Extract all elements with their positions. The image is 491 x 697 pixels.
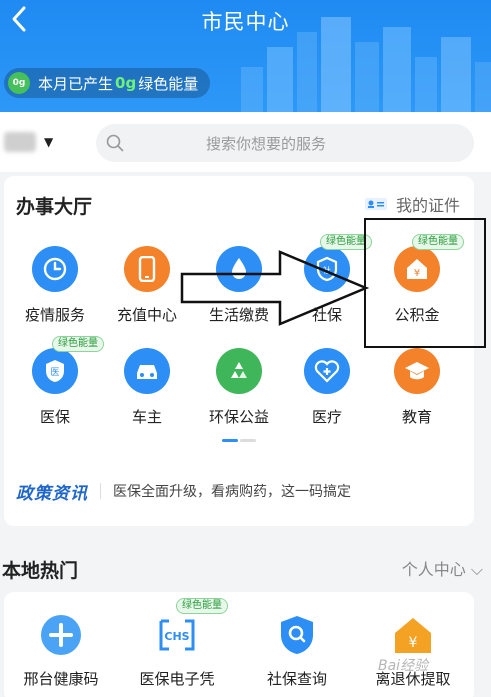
house-yuan-icon: ¥ <box>390 612 436 658</box>
page-dot <box>240 439 256 442</box>
page-indicator <box>222 439 256 443</box>
personal-center-link[interactable]: 个人中心 ⌵ <box>402 556 483 580</box>
svg-text:CHS: CHS <box>164 630 189 643</box>
service-label: 教育 <box>401 408 432 426</box>
service-eco-welfare[interactable]: 环保公益 <box>194 348 284 427</box>
energy-suffix: 绿色能量 <box>138 74 199 93</box>
health-shield-icon <box>38 612 84 658</box>
graduation-cap-icon <box>394 348 440 394</box>
svg-text:¥: ¥ <box>409 635 418 651</box>
hot-services-card: 邢台健康码 绿色能量 CHS 医保电子凭 社保查询 ¥ 离退休提取 <box>4 592 474 697</box>
search-input[interactable]: 搜索你想要的服务 <box>96 124 474 162</box>
policy-news-text: 医保全面升级，看病购药，这一码搞定 <box>113 484 351 500</box>
annotation-arrow <box>180 250 370 326</box>
green-energy-badge: 绿色能量 <box>52 336 104 352</box>
service-label: 充值中心 <box>116 306 177 324</box>
chs-logo-icon: CHS <box>154 612 200 658</box>
energy-value: 0g <box>115 74 137 92</box>
hot-label: 医保电子凭 <box>139 670 215 688</box>
hot-social-security-query[interactable]: 社保查询 <box>242 612 352 689</box>
page-dot-active <box>222 439 238 442</box>
hot-label: 社保查询 <box>266 670 327 688</box>
hot-medical-e-voucher[interactable]: 绿色能量 CHS 医保电子凭 <box>122 598 232 689</box>
service-epidemic[interactable]: 疫情服务 <box>10 246 100 325</box>
annotation-highlight-box <box>364 218 486 348</box>
id-card-icon <box>364 198 387 210</box>
service-medical-insurance[interactable]: 绿色能量 医 医保 <box>10 336 104 427</box>
phone-icon <box>124 246 170 292</box>
hot-label: 邢台健康码 <box>23 670 99 688</box>
car-icon <box>124 348 170 394</box>
service-label: 医保 <box>39 408 70 426</box>
search-row: ▼ 搜索你想要的服务 <box>0 112 491 172</box>
svg-text:医: 医 <box>50 367 59 378</box>
my-certificates-label: 我的证件 <box>395 196 460 215</box>
my-certificates-link[interactable]: 我的证件 <box>364 192 460 216</box>
service-label: 医疗 <box>311 408 342 426</box>
hot-retirement-withdrawal[interactable]: ¥ 离退休提取 <box>358 612 468 689</box>
service-car-owner[interactable]: 车主 <box>102 348 192 427</box>
page-title: 市民中心 <box>201 10 290 34</box>
green-energy-pill[interactable]: 0g 本月已产生 0g 绿色能量 <box>4 68 211 98</box>
service-healthcare[interactable]: 医疗 <box>282 348 372 427</box>
header-bar: 市民中心 0g 本月已产生 0g 绿色能量 <box>0 0 491 112</box>
service-label: 车主 <box>131 408 162 426</box>
section-title: 本地热门 <box>2 560 79 582</box>
search-icon <box>106 134 124 152</box>
green-energy-badge: 绿色能量 <box>176 598 228 614</box>
city-name-blurred <box>4 132 36 152</box>
heart-cross-icon <box>304 348 350 394</box>
recycle-icon <box>216 348 262 394</box>
search-shield-icon <box>274 612 320 658</box>
caret-down-icon: ▼ <box>44 135 54 149</box>
clock-icon <box>32 246 78 292</box>
service-label: 环保公益 <box>208 408 269 426</box>
medical-shield-icon: 医 <box>32 348 78 394</box>
divider <box>100 483 101 499</box>
chevron-down-icon: ⌵ <box>470 560 483 579</box>
city-selector[interactable]: ▼ <box>4 132 53 152</box>
service-recharge[interactable]: 充值中心 <box>102 246 192 325</box>
hot-health-code[interactable]: 邢台健康码 <box>6 612 116 689</box>
section-title: 办事大厅 <box>16 196 93 218</box>
energy-prefix: 本月已产生 <box>38 74 114 93</box>
policy-news-bar[interactable]: 政策资讯 医保全面升级，看病购药，这一码搞定 <box>16 476 462 506</box>
energy-icon: 0g <box>8 72 30 94</box>
watermark-text: Bai经验 <box>378 658 429 674</box>
service-label: 疫情服务 <box>24 306 85 324</box>
policy-news-logo: 政策资讯 <box>16 483 88 504</box>
service-education[interactable]: 教育 <box>372 348 462 427</box>
personal-center-label: 个人中心 <box>401 560 466 579</box>
